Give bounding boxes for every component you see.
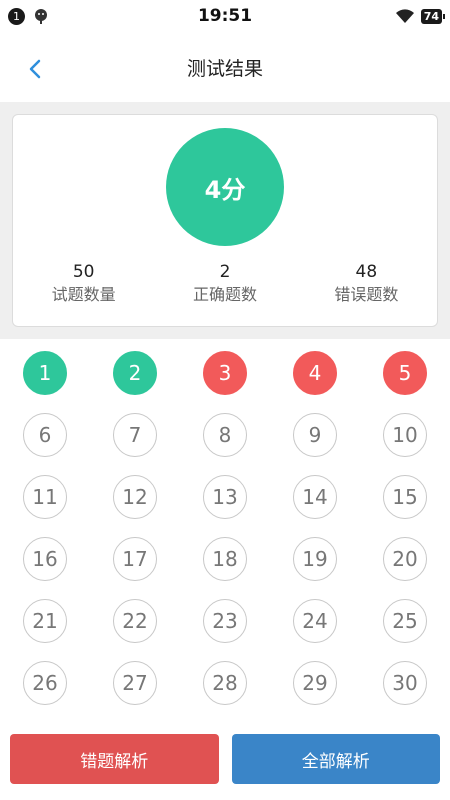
stats-row: 50 试题数量 2 正确题数 48 错误题数 xyxy=(13,261,437,307)
question-number-button[interactable]: 13 xyxy=(203,475,247,519)
question-number-button[interactable]: 26 xyxy=(23,661,67,705)
stat-total-questions: 50 试题数量 xyxy=(13,261,154,307)
question-number-button[interactable]: 4 xyxy=(293,351,337,395)
question-cell: 4 xyxy=(270,351,360,395)
question-cell: 20 xyxy=(360,537,450,581)
question-cell: 10 xyxy=(360,413,450,457)
question-cell: 19 xyxy=(270,537,360,581)
question-cell: 30 xyxy=(360,661,450,705)
question-number-button[interactable]: 10 xyxy=(383,413,427,457)
question-cell: 8 xyxy=(180,413,270,457)
question-cell: 16 xyxy=(0,537,90,581)
question-cell: 25 xyxy=(360,599,450,643)
question-number-button[interactable]: 16 xyxy=(23,537,67,581)
question-cell: 27 xyxy=(90,661,180,705)
question-number-button[interactable]: 22 xyxy=(113,599,157,643)
question-number-button[interactable]: 21 xyxy=(23,599,67,643)
question-cell: 18 xyxy=(180,537,270,581)
question-number-button[interactable]: 1 xyxy=(23,351,67,395)
question-number-button[interactable]: 19 xyxy=(293,537,337,581)
question-cell: 17 xyxy=(90,537,180,581)
stat-label: 正确题数 xyxy=(192,285,257,304)
question-number-button[interactable]: 15 xyxy=(383,475,427,519)
score-circle: 4分 xyxy=(166,128,284,246)
result-section: 4分 50 试题数量 2 正确题数 48 错误题数 xyxy=(0,102,450,339)
chevron-left-icon xyxy=(29,59,41,79)
question-number-button[interactable]: 24 xyxy=(293,599,337,643)
stat-value: 2 xyxy=(219,262,231,282)
status-bar: 1 19:51 74 xyxy=(0,0,450,32)
all-analysis-button[interactable]: 全部解析 xyxy=(231,734,440,784)
question-cell: 6 xyxy=(0,413,90,457)
question-number-button[interactable]: 12 xyxy=(113,475,157,519)
question-cell: 5 xyxy=(360,351,450,395)
question-number-button[interactable]: 6 xyxy=(23,413,67,457)
question-cell: 22 xyxy=(90,599,180,643)
question-cell: 21 xyxy=(0,599,90,643)
question-number-button[interactable]: 27 xyxy=(113,661,157,705)
question-number-button[interactable]: 30 xyxy=(383,661,427,705)
question-number-button[interactable]: 3 xyxy=(203,351,247,395)
stat-value: 48 xyxy=(355,262,378,282)
question-number-button[interactable]: 17 xyxy=(113,537,157,581)
question-number-button[interactable]: 28 xyxy=(203,661,247,705)
question-number-button[interactable]: 2 xyxy=(113,351,157,395)
question-number-button[interactable]: 8 xyxy=(203,413,247,457)
navigation-bar: 测试结果 xyxy=(0,32,450,102)
question-cell: 1 xyxy=(0,351,90,395)
back-button[interactable] xyxy=(18,52,52,86)
question-cell: 29 xyxy=(270,661,360,705)
page-title: 测试结果 xyxy=(186,57,263,80)
question-number-button[interactable]: 18 xyxy=(203,537,247,581)
question-number-button[interactable]: 23 xyxy=(203,599,247,643)
question-number-button[interactable]: 20 xyxy=(383,537,427,581)
question-cell: 2 xyxy=(90,351,180,395)
question-number-button[interactable]: 5 xyxy=(383,351,427,395)
bottom-action-bar: 错题解析 全部解析 xyxy=(0,734,450,784)
question-cell: 28 xyxy=(180,661,270,705)
question-number-button[interactable]: 29 xyxy=(293,661,337,705)
question-grid: 1 2 3 4 5 6 7 8 9 10 11 12 13 14 15 16 17 18 19 20 21 22 23 24 2… xyxy=(0,339,450,705)
question-cell: 26 xyxy=(0,661,90,705)
question-cell: 23 xyxy=(180,599,270,643)
question-cell: 11 xyxy=(0,475,90,519)
question-cell: 14 xyxy=(270,475,360,519)
stat-value: 50 xyxy=(72,262,95,282)
question-number-button[interactable]: 7 xyxy=(113,413,157,457)
question-cell: 12 xyxy=(90,475,180,519)
question-number-button[interactable]: 14 xyxy=(293,475,337,519)
result-card: 4分 50 试题数量 2 正确题数 48 错误题数 xyxy=(12,114,438,327)
question-cell: 13 xyxy=(180,475,270,519)
question-number-button[interactable]: 25 xyxy=(383,599,427,643)
battery-indicator: 74 xyxy=(420,8,446,24)
clock: 19:51 xyxy=(197,6,253,26)
stat-label: 错误题数 xyxy=(334,285,399,304)
question-cell: 3 xyxy=(180,351,270,395)
stat-wrong-count: 48 错误题数 xyxy=(296,261,437,307)
stat-correct-count: 2 正确题数 xyxy=(154,261,295,307)
stat-label: 试题数量 xyxy=(51,285,116,304)
question-number-button[interactable]: 11 xyxy=(23,475,67,519)
wrong-analysis-button[interactable]: 错题解析 xyxy=(10,734,219,784)
question-cell: 7 xyxy=(90,413,180,457)
question-cell: 24 xyxy=(270,599,360,643)
question-cell: 9 xyxy=(270,413,360,457)
question-number-button[interactable]: 9 xyxy=(293,413,337,457)
question-cell: 15 xyxy=(360,475,450,519)
